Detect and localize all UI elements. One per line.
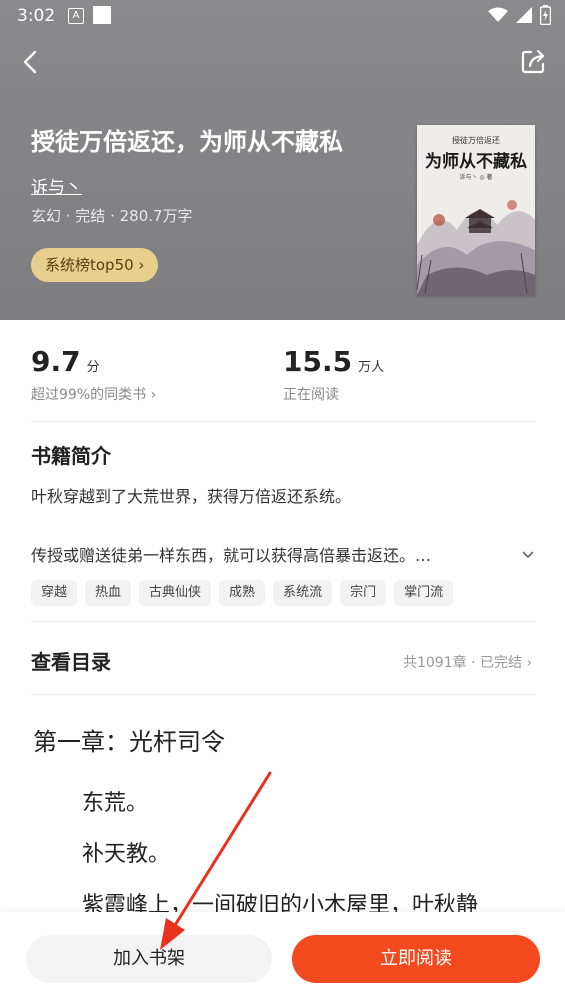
- intro-title: 书籍简介: [31, 444, 111, 468]
- score-stat[interactable]: 9.7 分 超过99%的同类书 ›: [31, 345, 156, 404]
- divider: [31, 621, 535, 622]
- intro-line-2: 传授或赠送徒弟一样东西，就可以获得高倍暴击返还。…: [31, 546, 432, 565]
- back-button[interactable]: [16, 46, 48, 78]
- status-icons: [488, 5, 551, 25]
- tag-chip[interactable]: 掌门流: [394, 580, 454, 606]
- readers-subtext: 正在阅读: [283, 387, 339, 403]
- share-icon: [521, 49, 545, 74]
- tag-chip[interactable]: 成熟: [219, 580, 266, 606]
- tag-chip[interactable]: 热血: [85, 580, 132, 606]
- readers-unit: 万人: [358, 360, 385, 375]
- chevron-left-icon: [23, 50, 37, 74]
- battery-icon: [540, 5, 551, 25]
- rank-badge[interactable]: 系统榜top50 ›: [31, 248, 159, 282]
- tag-chip[interactable]: 系统流: [273, 580, 333, 606]
- tag-chip[interactable]: 宗门: [340, 580, 387, 606]
- readers-stat: 15.5 万人 正在阅读: [283, 345, 384, 404]
- author-link[interactable]: 诉与丶: [31, 173, 82, 198]
- expand-intro-button[interactable]: [520, 546, 536, 562]
- cover-series-text: 授徒万倍返还: [452, 136, 500, 145]
- tag-list: 穿越 热血 古典仙侠 成熟 系统流 宗门 掌门流: [31, 580, 454, 606]
- notification-square-icon: [93, 6, 111, 24]
- book-meta: 玄幻 · 完结 · 280.7万字: [31, 207, 193, 225]
- wifi-icon: [488, 7, 508, 22]
- chevron-down-icon: [522, 551, 534, 559]
- tag-chip[interactable]: 古典仙侠: [139, 580, 212, 606]
- preview-paragraph: 东荒。: [82, 791, 149, 816]
- divider: [31, 694, 535, 695]
- score-subtext: 超过99%的同类书 ›: [31, 387, 157, 403]
- toc-title[interactable]: 查看目录: [31, 646, 111, 675]
- read-now-button[interactable]: 立即阅读: [292, 935, 540, 983]
- signal-icon: [516, 7, 532, 23]
- status-time: 3:02: [17, 6, 56, 26]
- book-cover[interactable]: 授徒万倍返还 为师从不藏私 诉与丶 ◎ 著: [417, 125, 535, 295]
- book-stats: 9.7 分 超过99%的同类书 › 15.5 万人 正在阅读: [31, 345, 535, 422]
- readers-value: 15.5: [283, 345, 353, 378]
- tag-chip[interactable]: 穿越: [31, 580, 78, 606]
- add-to-shelf-button[interactable]: 加入书架: [26, 935, 272, 983]
- preview-paragraph: 补天教。: [82, 842, 171, 867]
- share-button[interactable]: [517, 46, 549, 78]
- intro-line-1: 叶秋穿越到了大荒世界，获得万倍返还系统。: [31, 487, 352, 506]
- cover-title-text: 为师从不藏私: [425, 152, 527, 172]
- score-unit: 分: [86, 360, 100, 375]
- cover-author-text: 诉与丶 ◎ 著: [459, 174, 493, 181]
- notification-a-icon: A: [68, 8, 84, 24]
- book-title: 授徒万倍返还，为师从不藏私: [31, 128, 343, 156]
- book-header: 3:02 A 授徒万倍返还，为师从不藏私 诉与丶 玄幻 · 完结 · 280.7…: [0, 0, 565, 320]
- score-value: 9.7: [31, 345, 81, 378]
- status-bar: 3:02 A: [0, 0, 565, 34]
- chapter-title: 第一章：光杆司令: [33, 728, 225, 756]
- toc-info[interactable]: 共1091章 · 已完结 ›: [403, 652, 532, 672]
